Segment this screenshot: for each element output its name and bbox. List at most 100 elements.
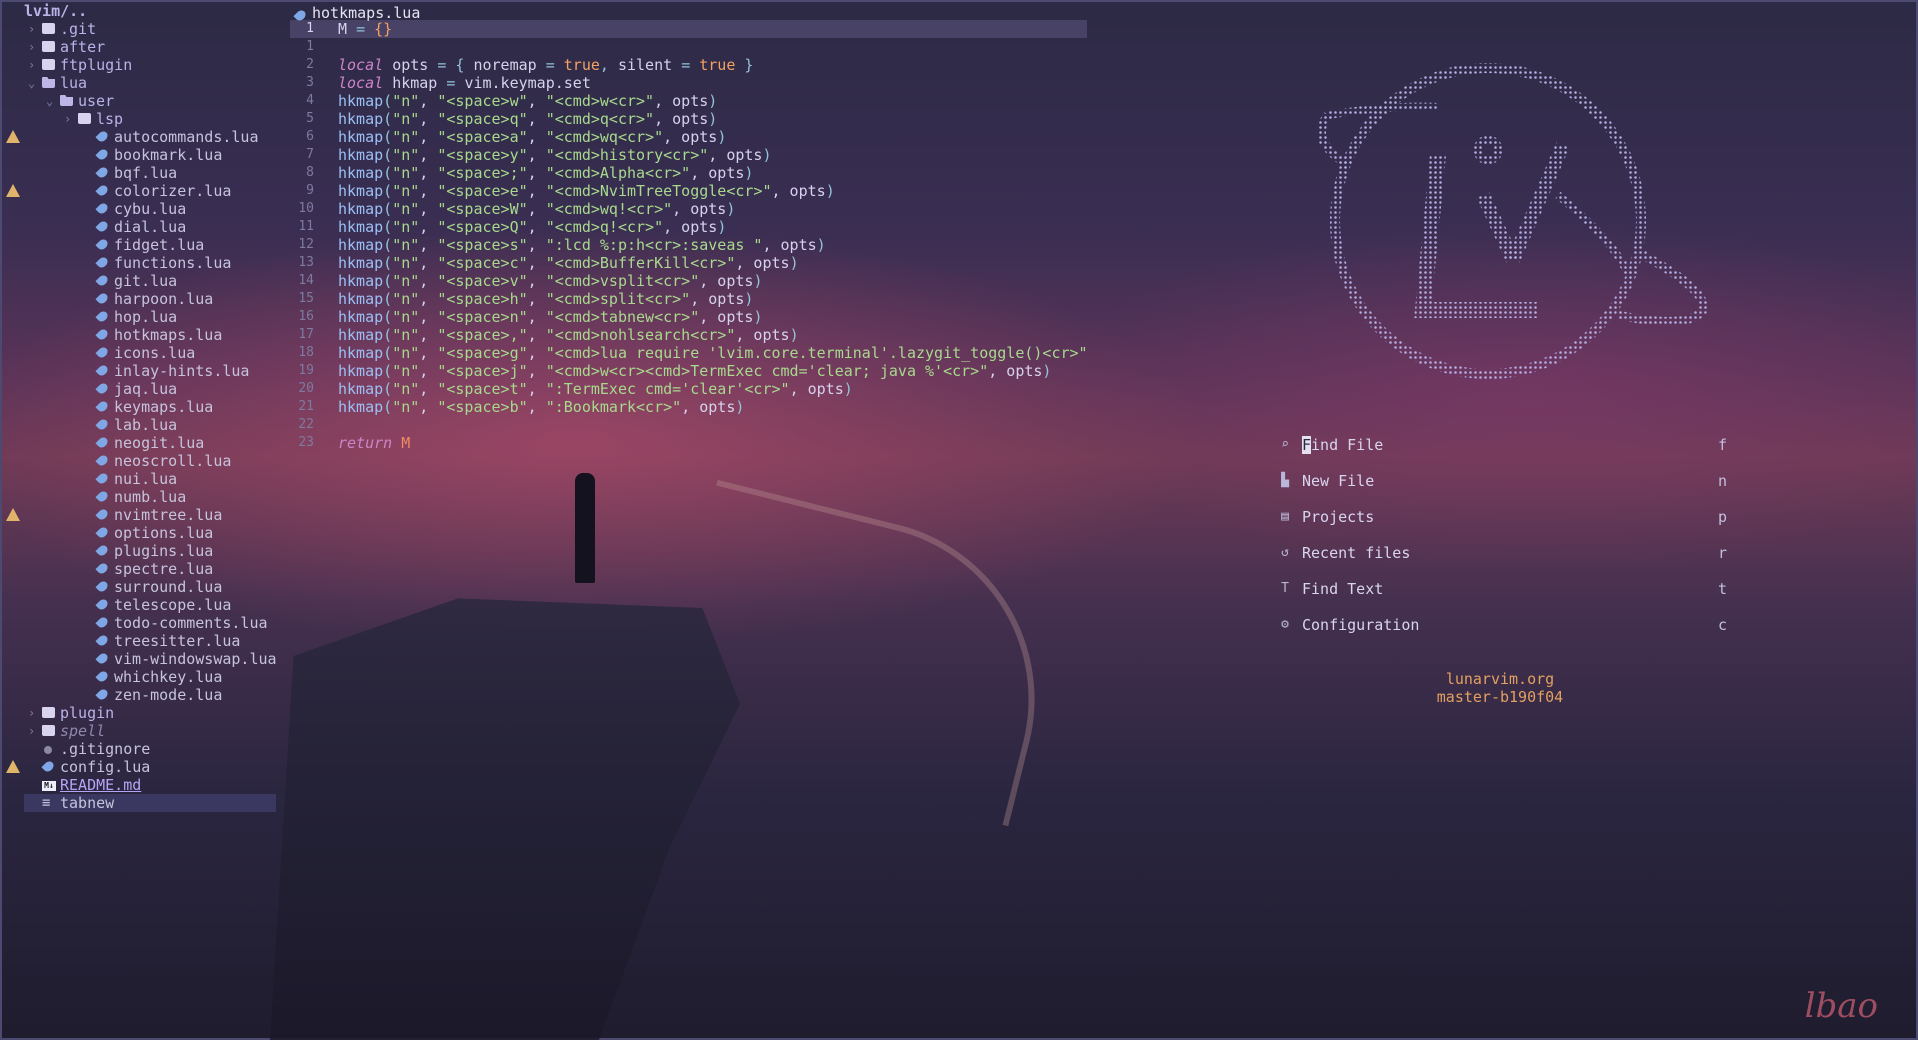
explorer-file[interactable]: nvimtree.lua xyxy=(0,506,282,524)
code-line[interactable]: 5 hkmap("n", "<space>q", "<cmd>q<cr>", op… xyxy=(290,110,1087,128)
dashboard-item[interactable]: ↺ Recent files r xyxy=(1270,544,1730,580)
explorer-file[interactable]: surround.lua xyxy=(0,578,282,596)
explorer-folder[interactable]: ⌄ user xyxy=(0,92,282,110)
explorer-file[interactable]: jaq.lua xyxy=(0,380,282,398)
code-line[interactable]: 6 hkmap("n", "<space>a", "<cmd>wq<cr>", o… xyxy=(290,128,1087,146)
chevron-right-icon[interactable]: › xyxy=(28,56,35,74)
explorer-file[interactable]: spectre.lua xyxy=(0,560,282,578)
code-token: hkmap xyxy=(338,110,384,128)
code-line[interactable]: 14 hkmap("n", "<space>v", "<cmd>vsplit<cr… xyxy=(290,272,1087,290)
explorer-file[interactable]: telescope.lua xyxy=(0,596,282,614)
explorer-file[interactable]: bqf.lua xyxy=(0,164,282,182)
explorer-file[interactable]: ≡ tabnew xyxy=(24,794,276,812)
code-token: "<space>w" xyxy=(437,92,528,110)
code-line[interactable]: 16 hkmap("n", "<space>n", "<cmd>tabnew<cr… xyxy=(290,308,1087,326)
explorer-file[interactable]: .gitignore xyxy=(0,740,282,758)
lua-file-icon xyxy=(95,453,110,468)
chevron-right-icon[interactable]: › xyxy=(28,38,35,56)
explorer-folder[interactable]: › after xyxy=(0,38,282,56)
code-line[interactable]: 13 hkmap("n", "<space>c", "<cmd>BufferKil… xyxy=(290,254,1087,272)
explorer-file[interactable]: functions.lua xyxy=(0,254,282,272)
code-line[interactable]: 8 hkmap("n", "<space>;", "<cmd>Alpha<cr>"… xyxy=(290,164,1087,182)
explorer-folder[interactable]: › plugin xyxy=(0,704,282,722)
code-line[interactable]: 1 xyxy=(290,38,1087,56)
explorer-item-label: config.lua xyxy=(60,758,151,776)
code-line[interactable]: 9 hkmap("n", "<space>e", "<cmd>NvimTreeTo… xyxy=(290,182,1087,200)
explorer-file[interactable]: hotkmaps.lua xyxy=(0,326,282,344)
chevron-right-icon[interactable]: › xyxy=(28,20,35,38)
explorer-file[interactable]: keymaps.lua xyxy=(0,398,282,416)
dashboard-item[interactable]: ⌕ Find File f xyxy=(1270,436,1730,472)
code-line[interactable]: 4 hkmap("n", "<space>w", "<cmd>w<cr>", op… xyxy=(290,92,1087,110)
code-token: , opts xyxy=(771,182,826,200)
explorer-file[interactable]: hop.lua xyxy=(0,308,282,326)
chevron-down-icon[interactable]: ⌄ xyxy=(28,74,35,92)
chevron-right-icon[interactable]: › xyxy=(28,722,35,740)
code-line[interactable]: 19 hkmap("n", "<space>j", "<cmd>w<cr><cmd… xyxy=(290,362,1087,380)
explorer-folder[interactable]: › ftplugin xyxy=(0,56,282,74)
explorer-file[interactable]: neoscroll.lua xyxy=(0,452,282,470)
code-line[interactable]: 7 hkmap("n", "<space>y", "<cmd>history<cr… xyxy=(290,146,1087,164)
code-editor[interactable]: 1M = {} 1 2 local opts = { noremap = true, … xyxy=(290,20,1088,452)
code-line[interactable]: 20 hkmap("n", "<space>t", ":TermExec cmd=… xyxy=(290,380,1087,398)
explorer-file[interactable]: options.lua xyxy=(0,524,282,542)
dashboard-item[interactable]: ▙ New File n xyxy=(1270,472,1730,508)
explorer-file[interactable]: M↓ README.md xyxy=(0,776,282,794)
explorer-file[interactable]: lab.lua xyxy=(0,416,282,434)
explorer-file[interactable]: bookmark.lua xyxy=(0,146,282,164)
folder-open-icon xyxy=(60,95,73,106)
code-line[interactable]: 12 hkmap("n", "<space>s", ":lcd %:p:h<cr>… xyxy=(290,236,1087,254)
explorer-file[interactable]: cybu.lua xyxy=(0,200,282,218)
explorer-file[interactable]: icons.lua xyxy=(0,344,282,362)
code-line[interactable]: 2 local opts = { noremap = true, silent =… xyxy=(290,56,1087,74)
explorer-item-label: numb.lua xyxy=(114,488,187,506)
dashboard-item[interactable]: T Find Text t xyxy=(1270,580,1730,616)
lua-file-icon xyxy=(95,147,110,162)
explorer-file[interactable]: neogit.lua xyxy=(0,434,282,452)
code-line[interactable]: 18 hkmap("n", "<space>g", "<cmd>lua requi… xyxy=(290,344,1087,362)
dashboard-item[interactable]: ▤ Projects p xyxy=(1270,508,1730,544)
explorer-file[interactable]: fidget.lua xyxy=(0,236,282,254)
explorer-file[interactable]: zen-mode.lua xyxy=(0,686,282,704)
code-line[interactable]: 1 M = {} xyxy=(290,20,1087,38)
explorer-file[interactable]: plugins.lua xyxy=(0,542,282,560)
code-token: , xyxy=(527,236,546,254)
explorer-file[interactable]: git.lua xyxy=(0,272,282,290)
code-line[interactable]: 23 return M xyxy=(290,434,1087,452)
code-line[interactable]: 11 hkmap("n", "<space>Q", "<cmd>q!<cr>", … xyxy=(290,218,1087,236)
explorer-folder[interactable]: › lsp xyxy=(0,110,282,128)
explorer-root[interactable]: lvim/.. xyxy=(0,2,282,20)
footer-site[interactable]: lunarvim.org xyxy=(1370,670,1630,688)
code-line[interactable]: 17 hkmap("n", "<space>,", "<cmd>nohlsearc… xyxy=(290,326,1087,344)
explorer-file[interactable]: treesitter.lua xyxy=(0,632,282,650)
explorer-file[interactable]: harpoon.lua xyxy=(0,290,282,308)
explorer-file[interactable]: config.lua xyxy=(0,758,282,776)
code-line[interactable]: 22 xyxy=(290,416,1087,434)
dashboard-item-shortcut: n xyxy=(1718,472,1728,490)
explorer-file[interactable]: colorizer.lua xyxy=(0,182,282,200)
explorer-item-label: dial.lua xyxy=(114,218,187,236)
explorer-file[interactable]: numb.lua xyxy=(0,488,282,506)
explorer-file[interactable]: todo-comments.lua xyxy=(0,614,282,632)
code-token: ) xyxy=(843,380,853,398)
chevron-right-icon[interactable]: › xyxy=(64,110,71,128)
dashboard-item[interactable]: ⚙ Configuration c xyxy=(1270,616,1730,652)
explorer-folder[interactable]: ⌄ lua xyxy=(0,74,282,92)
explorer-file[interactable]: inlay-hints.lua xyxy=(0,362,282,380)
code-line[interactable]: 15 hkmap("n", "<space>h", "<cmd>split<cr>… xyxy=(290,290,1087,308)
explorer-folder[interactable]: › .git xyxy=(0,20,282,38)
explorer-file[interactable]: vim-windowswap.lua xyxy=(0,650,282,668)
explorer-item-label: zen-mode.lua xyxy=(114,686,223,704)
explorer-file[interactable]: nui.lua xyxy=(0,470,282,488)
chevron-right-icon[interactable]: › xyxy=(28,704,35,722)
code-line[interactable]: 3 local hkmap = vim.keymap.set xyxy=(290,74,1087,92)
explorer-folder[interactable]: › spell xyxy=(0,722,282,740)
code-token: hkmap xyxy=(338,164,384,182)
explorer-file[interactable]: dial.lua xyxy=(0,218,282,236)
explorer-file[interactable]: whichkey.lua xyxy=(0,668,282,686)
code-token: , opts xyxy=(699,308,754,326)
code-line[interactable]: 21 hkmap("n", "<space>b", ":Bookmark<cr>"… xyxy=(290,398,1087,416)
code-line[interactable]: 10 hkmap("n", "<space>W", "<cmd>wq!<cr>",… xyxy=(290,200,1087,218)
explorer-file[interactable]: autocommands.lua xyxy=(0,128,282,146)
chevron-down-icon[interactable]: ⌄ xyxy=(46,92,53,110)
